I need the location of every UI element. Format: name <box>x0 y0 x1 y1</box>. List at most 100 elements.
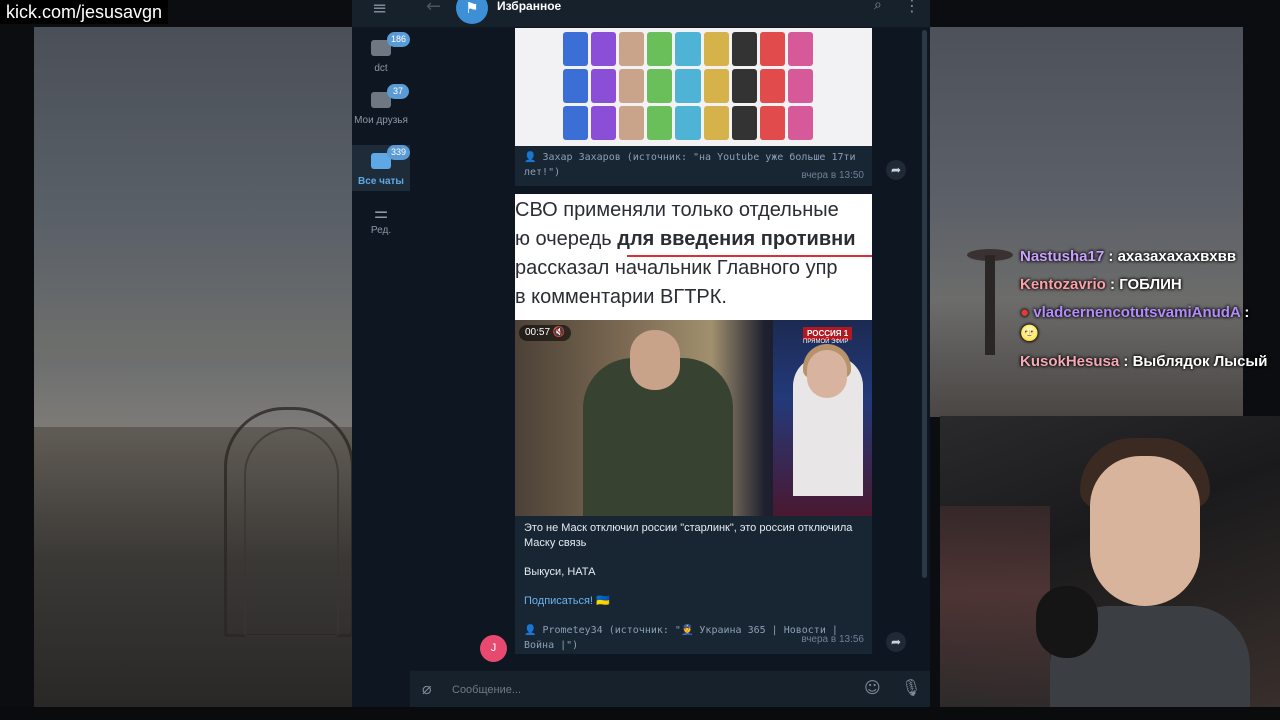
collage-avatar-image <box>703 106 729 140</box>
forward-icon[interactable]: ➦ <box>886 632 906 652</box>
collage-avatar-image <box>759 32 785 66</box>
red-underline <box>627 255 872 257</box>
collage-avatar-image <box>703 32 729 66</box>
video-player[interactable]: 00:57 🔇 РОССИЯ 1 ПРЯМОЙ ЭФИР <box>515 320 872 516</box>
collage-avatar-image <box>619 106 645 140</box>
more-vert-icon[interactable]: ⋮ <box>904 0 920 15</box>
collage-avatar-image <box>759 106 785 140</box>
collage-avatar-image <box>731 106 757 140</box>
image-text-line: рассказал начальник Главного упр <box>515 257 838 279</box>
message-composer: ⌀ ☺ 🎙 <box>410 670 930 707</box>
collage-avatar-image <box>647 69 673 103</box>
collage-avatar-image <box>787 69 813 103</box>
paperclip-icon[interactable]: ⌀ <box>422 679 432 698</box>
chat-badge-icon: ● <box>1020 304 1030 321</box>
collage-avatar-image <box>759 69 785 103</box>
microphone-icon[interactable]: 🎙 <box>901 678 921 697</box>
post-title: Это не Маск отключил россии "старлинк", … <box>524 522 853 549</box>
webcam-background-clutter <box>940 506 1050 720</box>
search-icon[interactable]: ⌕ <box>874 0 882 13</box>
streamer-webcam <box>940 416 1280 720</box>
channel-live-label: ПРЯМОЙ ЭФИР <box>803 339 849 345</box>
collage-avatar-image <box>787 106 813 140</box>
chat-text: ахазахахахвхвв <box>1117 248 1237 265</box>
sliders-icon: ⚌ <box>373 203 389 222</box>
background-parachute-tower <box>985 255 995 355</box>
chat-text: 🌝 <box>1020 325 1039 342</box>
message-input[interactable] <box>452 679 852 701</box>
collage-avatar-image <box>563 32 589 66</box>
scrollbar[interactable] <box>922 30 927 578</box>
collage-avatar-image <box>675 69 701 103</box>
folder-edit[interactable]: ⚌ Ред. <box>352 204 410 244</box>
emoji-icon[interactable]: ☺ <box>864 678 881 697</box>
sender-avatar[interactable]: J <box>480 635 507 662</box>
hamburger-icon[interactable]: ≡ <box>372 0 387 19</box>
message-time: вчера в 13:56 <box>801 634 864 645</box>
folders-sidebar: 186 dct 37 Мои друзья 339 Все чаты ⚌ Ред… <box>352 28 411 707</box>
avatar-grid <box>563 32 813 140</box>
chat-message: Nastusha17 : ахазахахахвхвв <box>1020 248 1237 265</box>
image-text-line: СВО применяли только отдельные <box>515 199 839 221</box>
collage-avatar-image <box>619 32 645 66</box>
image-text-line: в комментарии ВГТРК. <box>515 286 727 308</box>
bookmark-icon: ⚑ <box>456 0 488 24</box>
stream-frame: kick.com/jesusavgn Nastusha17 : ахазахах… <box>0 0 1280 720</box>
post-body: Выкуси, НАТА <box>524 566 596 578</box>
collage-avatar-image <box>731 69 757 103</box>
background-rollercoaster-inner <box>244 427 339 637</box>
text-screenshot-image[interactable]: СВО применяли только отдельные ю очередь… <box>515 194 872 322</box>
chat-text: Выблядок Лысый <box>1132 353 1268 370</box>
folder-icon: 186 <box>371 32 411 56</box>
folder-label: Ред. <box>370 225 392 236</box>
folder-label: Все чаты <box>358 176 404 187</box>
folder-label: Мои друзья <box>354 115 408 126</box>
telegram-header: ≡ ← ⚑ Избранное ⌕ ⋮ <box>352 0 930 28</box>
folder-label: dct <box>374 63 388 74</box>
collage-avatar-image <box>591 69 617 103</box>
subscribe-link[interactable]: Подписаться! 🇺🇦 <box>524 594 863 609</box>
folder-my-friends[interactable]: 37 Мои друзья <box>352 84 410 140</box>
collage-avatar-image <box>591 106 617 140</box>
chat-message: ● vladcernencotutsvamiAnudA : 🌝 <box>1020 304 1250 342</box>
image-text-line: ю очередь для введения противни <box>515 228 856 250</box>
collage-avatar-image <box>787 32 813 66</box>
unread-badge: 186 <box>387 32 411 47</box>
collage-avatar-image <box>591 32 617 66</box>
collage-avatar-image <box>675 106 701 140</box>
chat-username: Kentozavrio <box>1020 276 1106 293</box>
message-text: Это не Маск отключил россии "старлинк", … <box>515 516 872 654</box>
chat-username: vladcernencotutsvamiAnudA <box>1033 304 1241 321</box>
message-footer: 👤 Захар Захаров (источник: "на Youtube у… <box>515 146 872 186</box>
muted-speaker-icon[interactable]: 🔇 <box>553 327 565 338</box>
chat-title[interactable]: Избранное <box>497 0 561 13</box>
photo-collage[interactable] <box>515 28 872 146</box>
collage-avatar-image <box>647 32 673 66</box>
collage-avatar-image <box>563 69 589 103</box>
chat-bubbles-icon: 339 <box>371 145 411 169</box>
stream-chat-overlay: Nastusha17 : ахазахахахвхвв Kentozavrio … <box>1020 246 1270 379</box>
background-video-left <box>34 27 354 707</box>
telegram-window: ≡ ← ⚑ Избранное ⌕ ⋮ 186 dct 37 Мои друзь… <box>352 0 930 707</box>
video-host-face <box>807 350 847 398</box>
image-text-bold: для введения противни <box>617 228 856 250</box>
bottom-strip <box>0 707 1280 720</box>
video-duration: 00:57 🔇 <box>519 325 572 341</box>
collage-avatar-image <box>647 106 673 140</box>
chat-message: KusokHesusa : Выблядок Лысый <box>1020 353 1268 370</box>
message-list[interactable]: 👤 Захар Захаров (источник: "на Youtube у… <box>410 28 930 670</box>
stream-url-overlay: kick.com/jesusavgn <box>0 0 169 24</box>
collage-avatar-image <box>563 106 589 140</box>
unread-badge: 37 <box>387 84 409 99</box>
collage-avatar-image <box>675 32 701 66</box>
streamer-face <box>1090 456 1200 606</box>
back-arrow-icon[interactable]: ← <box>426 0 441 17</box>
chat-text: ГОБЛИН <box>1119 276 1182 293</box>
forward-icon[interactable]: ➦ <box>886 160 906 180</box>
folder-all-chats[interactable]: 339 Все чаты <box>352 145 411 191</box>
unread-badge: 339 <box>387 145 411 160</box>
folder-dct[interactable]: 186 dct <box>352 32 411 86</box>
chat-username: KusokHesusa <box>1020 353 1120 370</box>
message-time: вчера в 13:50 <box>801 170 864 181</box>
collage-avatar-image <box>703 69 729 103</box>
